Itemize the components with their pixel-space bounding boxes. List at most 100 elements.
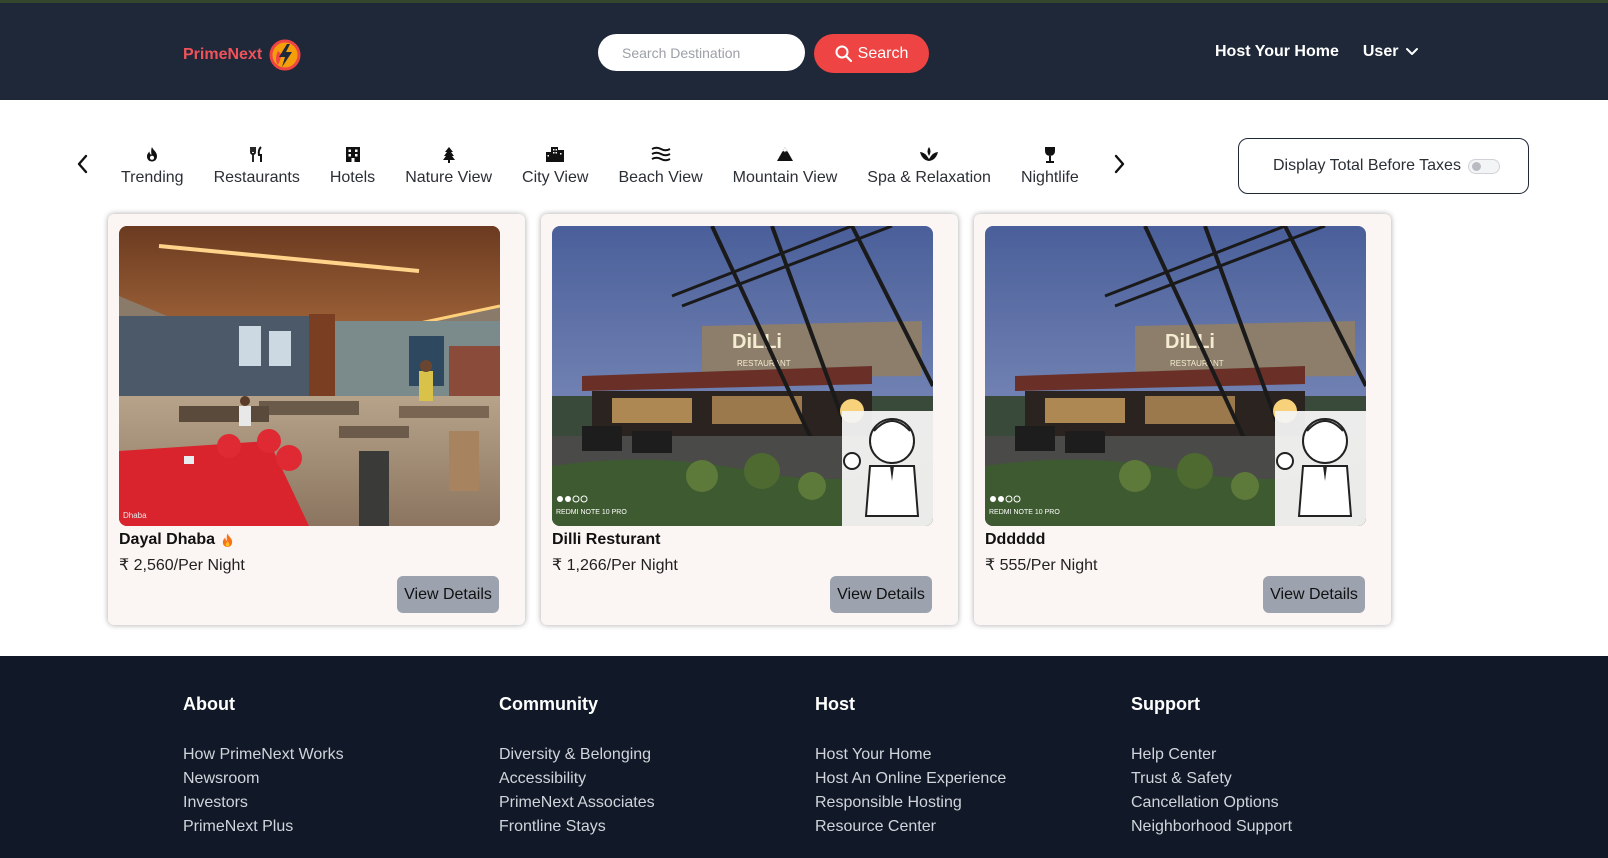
view-details-button[interactable]: View Details: [397, 576, 499, 613]
site-footer: About How PrimeNext Works Newsroom Inves…: [0, 656, 1608, 858]
footer-link[interactable]: Resource Center: [815, 815, 1006, 839]
view-details-button[interactable]: View Details: [830, 576, 932, 613]
footer-column-community: Community Diversity & Belonging Accessib…: [499, 694, 655, 839]
listing-price: ₹ 555/Per Night: [985, 557, 1098, 574]
view-details-button[interactable]: View Details: [1263, 576, 1365, 613]
user-menu-button[interactable]: User: [1363, 43, 1421, 61]
footer-link[interactable]: PrimeNext Plus: [183, 815, 344, 839]
water-icon: [651, 144, 671, 164]
search-button-label: Search: [857, 44, 909, 62]
search-icon: [835, 45, 852, 62]
footer-link[interactable]: Accessibility: [499, 767, 655, 791]
restaurant-exterior-image: DiLLi RESTAURANT REDMI NOTE 10 PRO: [985, 226, 1366, 526]
listing-photo[interactable]: DiLLi RESTAURANT REDMI NOTE 10 PRO: [552, 226, 933, 526]
category-partial[interactable]: Sl: [1094, 138, 1096, 196]
user-menu-label: User: [1362, 43, 1399, 60]
footer-link[interactable]: Diversity & Belonging: [499, 743, 655, 767]
search-bar: Search: [598, 34, 929, 73]
category-mountain-view[interactable]: Mountain View: [718, 138, 853, 196]
spa-icon: [919, 144, 939, 164]
listing-title: Dddddd: [985, 531, 1045, 549]
footer-column-host: Host Host Your Home Host An Online Exper…: [815, 694, 1006, 839]
category-list: Trending Restaurants Hotels Nature View …: [106, 138, 1096, 196]
listing-title-text: Dayal Dhaba: [119, 531, 216, 548]
category-trending[interactable]: Trending: [106, 138, 199, 196]
category-spa-relaxation[interactable]: Spa & Relaxation: [852, 138, 1006, 196]
search-button[interactable]: Search: [814, 34, 929, 73]
footer-heading: Host: [815, 694, 855, 714]
category-label: Restaurants: [213, 169, 300, 186]
listing-title: Dilli Resturant: [552, 531, 660, 549]
svg-text:Dhaba: Dhaba: [123, 511, 147, 520]
tax-toggle-box: Display Total Before Taxes: [1238, 138, 1529, 194]
category-bar: Trending Restaurants Hotels Nature View …: [72, 138, 1130, 196]
listing-title-text: Dilli Resturant: [552, 531, 661, 548]
svg-text:RESTAURANT: RESTAURANT: [737, 359, 791, 368]
category-label: Mountain View: [732, 169, 838, 186]
footer-link[interactable]: Host Your Home: [815, 743, 1006, 767]
footer-link[interactable]: Neighborhood Support: [1131, 815, 1292, 839]
svg-text:REDMI NOTE 10 PRO: REDMI NOTE 10 PRO: [989, 509, 1060, 516]
listing-grid: Dhaba Dayal Dhaba ₹ 2,560/Per Night View…: [108, 214, 1391, 625]
utensils-icon: [249, 144, 265, 164]
city-icon: [545, 144, 565, 164]
mountain-icon: [776, 144, 794, 164]
footer-heading: About: [183, 694, 235, 714]
listing-price: ₹ 2,560/Per Night: [119, 557, 245, 574]
category-city-view[interactable]: City View: [507, 138, 603, 196]
category-label: City View: [522, 169, 589, 186]
listing-card[interactable]: Dhaba Dayal Dhaba ₹ 2,560/Per Night View…: [108, 214, 525, 625]
footer-column-support: Support Help Center Trust & Safety Cance…: [1131, 694, 1292, 839]
footer-link[interactable]: Frontline Stays: [499, 815, 655, 839]
chevron-right-icon: [1114, 154, 1125, 174]
brand-logo-link[interactable]: PrimeNext: [183, 37, 304, 73]
lightning-logo-icon: [269, 39, 301, 71]
restaurant-exterior-image: DiLLi RESTAURANT REDMI NOTE 10 PRO: [552, 226, 933, 526]
category-label: Nature View: [405, 169, 493, 186]
listing-title: Dayal Dhaba: [119, 531, 234, 549]
footer-column-about: About How PrimeNext Works Newsroom Inves…: [183, 694, 344, 839]
tax-toggle-label: Display Total Before Taxes: [1273, 157, 1461, 174]
listing-photo[interactable]: Dhaba: [119, 226, 500, 526]
category-label: Trending: [121, 169, 184, 186]
footer-link[interactable]: Responsible Hosting: [815, 791, 1006, 815]
tree-icon: [442, 144, 456, 164]
footer-link[interactable]: Trust & Safety: [1131, 767, 1292, 791]
search-input[interactable]: [598, 34, 805, 71]
category-beach-view[interactable]: Beach View: [603, 138, 717, 196]
footer-link[interactable]: PrimeNext Associates: [499, 791, 655, 815]
hotel-icon: [345, 144, 361, 164]
footer-link[interactable]: Cancellation Options: [1131, 791, 1292, 815]
toggle-knob: [1472, 162, 1481, 171]
svg-text:DiLLi: DiLLi: [732, 331, 782, 353]
category-prev-button[interactable]: [72, 152, 94, 176]
chevron-left-icon: [77, 154, 88, 174]
footer-link[interactable]: Host An Online Experience: [815, 767, 1006, 791]
listing-card[interactable]: DiLLi RESTAURANT: [974, 214, 1391, 625]
category-hotels[interactable]: Hotels: [315, 138, 390, 196]
brand-name: PrimeNext: [183, 46, 263, 63]
footer-heading: Support: [1131, 694, 1200, 714]
category-nature-view[interactable]: Nature View: [390, 138, 507, 196]
listing-title-text: Dddddd: [985, 531, 1046, 548]
svg-text:RESTAURANT: RESTAURANT: [1170, 359, 1224, 368]
category-label: Spa & Relaxation: [867, 169, 991, 186]
category-nightlife[interactable]: Nightlife: [1006, 138, 1094, 196]
fire-icon: [145, 144, 159, 164]
footer-link[interactable]: Help Center: [1131, 743, 1292, 767]
category-next-button[interactable]: [1108, 152, 1130, 176]
header-nav: Host Your Home User: [1215, 43, 1420, 61]
category-label: Beach View: [618, 169, 703, 186]
svg-text:REDMI NOTE 10 PRO: REDMI NOTE 10 PRO: [556, 509, 627, 516]
host-your-home-link[interactable]: Host Your Home: [1215, 43, 1339, 61]
footer-link[interactable]: Newsroom: [183, 767, 344, 791]
footer-link[interactable]: How PrimeNext Works: [183, 743, 344, 767]
footer-link[interactable]: Investors: [183, 791, 344, 815]
site-header: PrimeNext Search Host Your Home User: [0, 3, 1608, 100]
category-restaurants[interactable]: Restaurants: [199, 138, 315, 196]
tax-toggle-switch[interactable]: [1468, 159, 1500, 174]
listing-photo[interactable]: DiLLi RESTAURANT REDMI NOTE 10 PRO: [985, 226, 1366, 526]
footer-heading: Community: [499, 694, 598, 714]
svg-text:DiLLi: DiLLi: [1165, 331, 1215, 353]
listing-card[interactable]: DiLLi RESTAURANT: [541, 214, 958, 625]
